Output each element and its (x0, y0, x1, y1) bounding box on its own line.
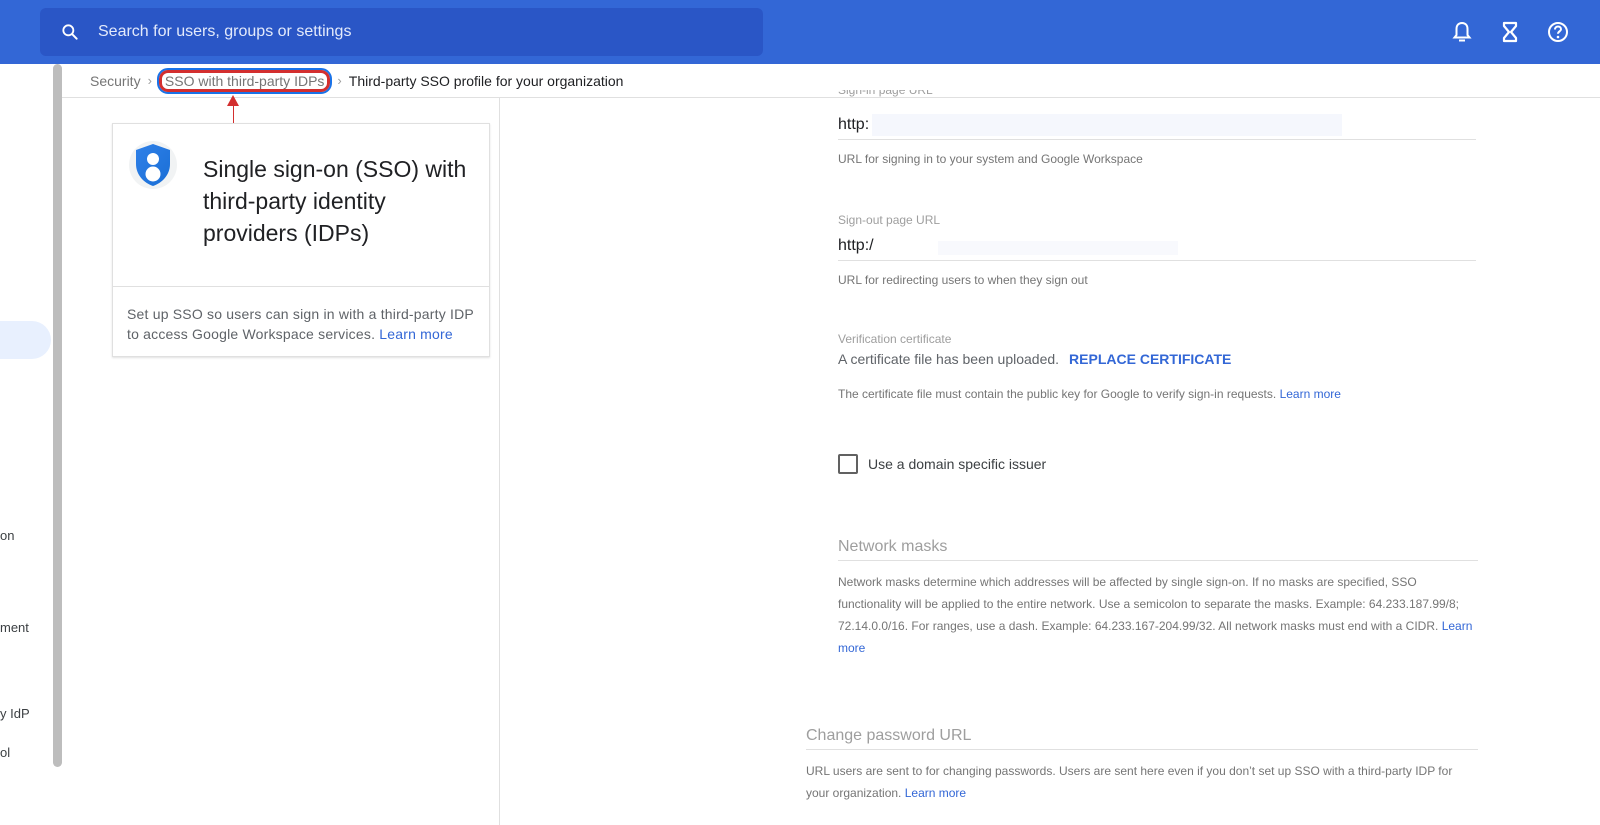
certificate-learn-more-link[interactable]: Learn more (1280, 387, 1341, 401)
certificate-label: Verification certificate (838, 332, 952, 346)
certificate-helper: The certificate file must contain the pu… (838, 387, 1277, 401)
change-password-learn-more-link[interactable]: Learn more (905, 786, 966, 800)
change-password-heading: Change password URL (806, 727, 1478, 750)
card-title: Single sign-on (SSO) with third-party id… (203, 156, 467, 246)
top-app-bar (0, 0, 1600, 64)
search-bar[interactable] (40, 8, 763, 56)
bell-icon[interactable] (1450, 18, 1474, 46)
change-password-helper: URL users are sent to for changing passw… (806, 764, 1453, 800)
nav-item[interactable]: y IdP (0, 706, 30, 721)
chevron-right-icon: › (337, 73, 342, 88)
sign-out-url-input[interactable]: http:/ (838, 231, 1476, 261)
domain-issuer-label[interactable]: Use a domain specific issuer (868, 456, 1046, 472)
card-learn-more-link[interactable]: Learn more (379, 326, 453, 342)
shield-user-icon (129, 141, 177, 189)
breadcrumb-security[interactable]: Security (90, 73, 141, 89)
left-navigation: on ment y IdP ol (0, 64, 52, 825)
nav-scrollbar[interactable] (53, 64, 62, 767)
network-masks-heading: Network masks (838, 538, 1478, 561)
sign-out-url-label: Sign-out page URL (838, 213, 941, 227)
chevron-right-icon: › (147, 73, 152, 88)
certificate-status: A certificate file has been uploaded. (838, 351, 1060, 367)
search-input[interactable] (98, 23, 698, 41)
nav-item[interactable]: ol (0, 745, 10, 760)
change-password-section: Change password URL URL users are sent t… (806, 727, 1478, 804)
nav-item[interactable]: ment (0, 620, 29, 635)
network-masks-helper: Network masks determine which addresses … (838, 575, 1460, 633)
help-icon[interactable] (1546, 18, 1570, 46)
sign-out-url-helper: URL for redirecting users to when they s… (838, 273, 1088, 287)
sign-out-url-value: http:/ (838, 236, 874, 254)
replace-certificate-button[interactable]: REPLACE CERTIFICATE (1069, 351, 1231, 367)
nav-active-item[interactable] (0, 321, 51, 359)
redacted-region (872, 113, 1342, 136)
sign-in-url-helper: URL for signing in to your system and Go… (838, 152, 1143, 166)
hourglass-icon[interactable] (1498, 18, 1522, 46)
sign-in-url-label: Sign-in page URL (838, 90, 933, 97)
panel-divider (499, 98, 500, 825)
sso-info-card: Single sign-on (SSO) with third-party id… (112, 123, 490, 357)
nav-item[interactable]: on (0, 528, 14, 543)
breadcrumb-sso-third-party[interactable]: SSO with third-party IDPs (156, 67, 333, 94)
sign-in-url-value: http: (838, 115, 870, 133)
breadcrumb-current-page: Third-party SSO profile for your organiz… (348, 72, 624, 89)
sign-in-url-input[interactable]: http: (838, 110, 1476, 140)
redacted-region (938, 241, 1178, 255)
search-icon[interactable] (58, 20, 82, 44)
domain-issuer-checkbox[interactable] (838, 454, 858, 474)
